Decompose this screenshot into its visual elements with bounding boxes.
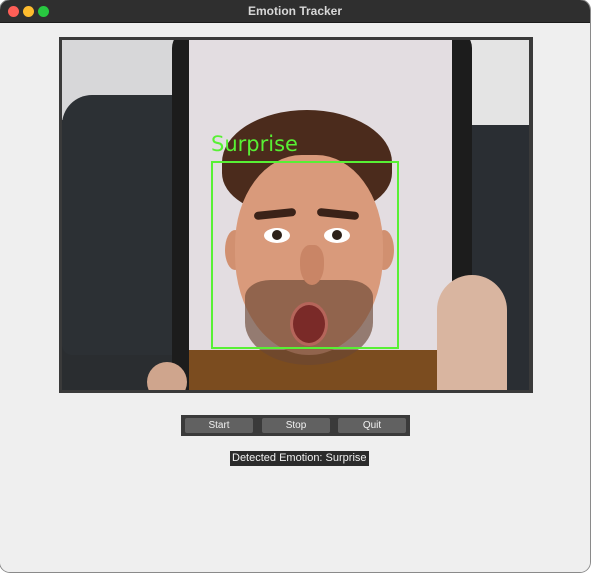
- start-button[interactable]: Start: [185, 418, 253, 433]
- stop-button[interactable]: Stop: [262, 418, 330, 433]
- holding-thumb: [437, 275, 507, 390]
- control-bar: Start Stop Quit: [181, 415, 410, 436]
- camera-frame: Surprise: [62, 40, 529, 390]
- app-window: Emotion Tracker Surprise Start Stop Quit…: [0, 0, 590, 572]
- detected-emotion-status: Detected Emotion: Surprise: [230, 451, 369, 466]
- title-bar[interactable]: Emotion Tracker: [0, 0, 590, 23]
- face-bounding-box: [211, 161, 399, 349]
- window-title: Emotion Tracker: [247, 4, 343, 18]
- detection-label: Surprise: [211, 132, 298, 156]
- video-feed: Surprise: [59, 37, 533, 393]
- quit-button[interactable]: Quit: [338, 418, 406, 433]
- main-content: Surprise Start Stop Quit Detected Emotio…: [0, 23, 590, 572]
